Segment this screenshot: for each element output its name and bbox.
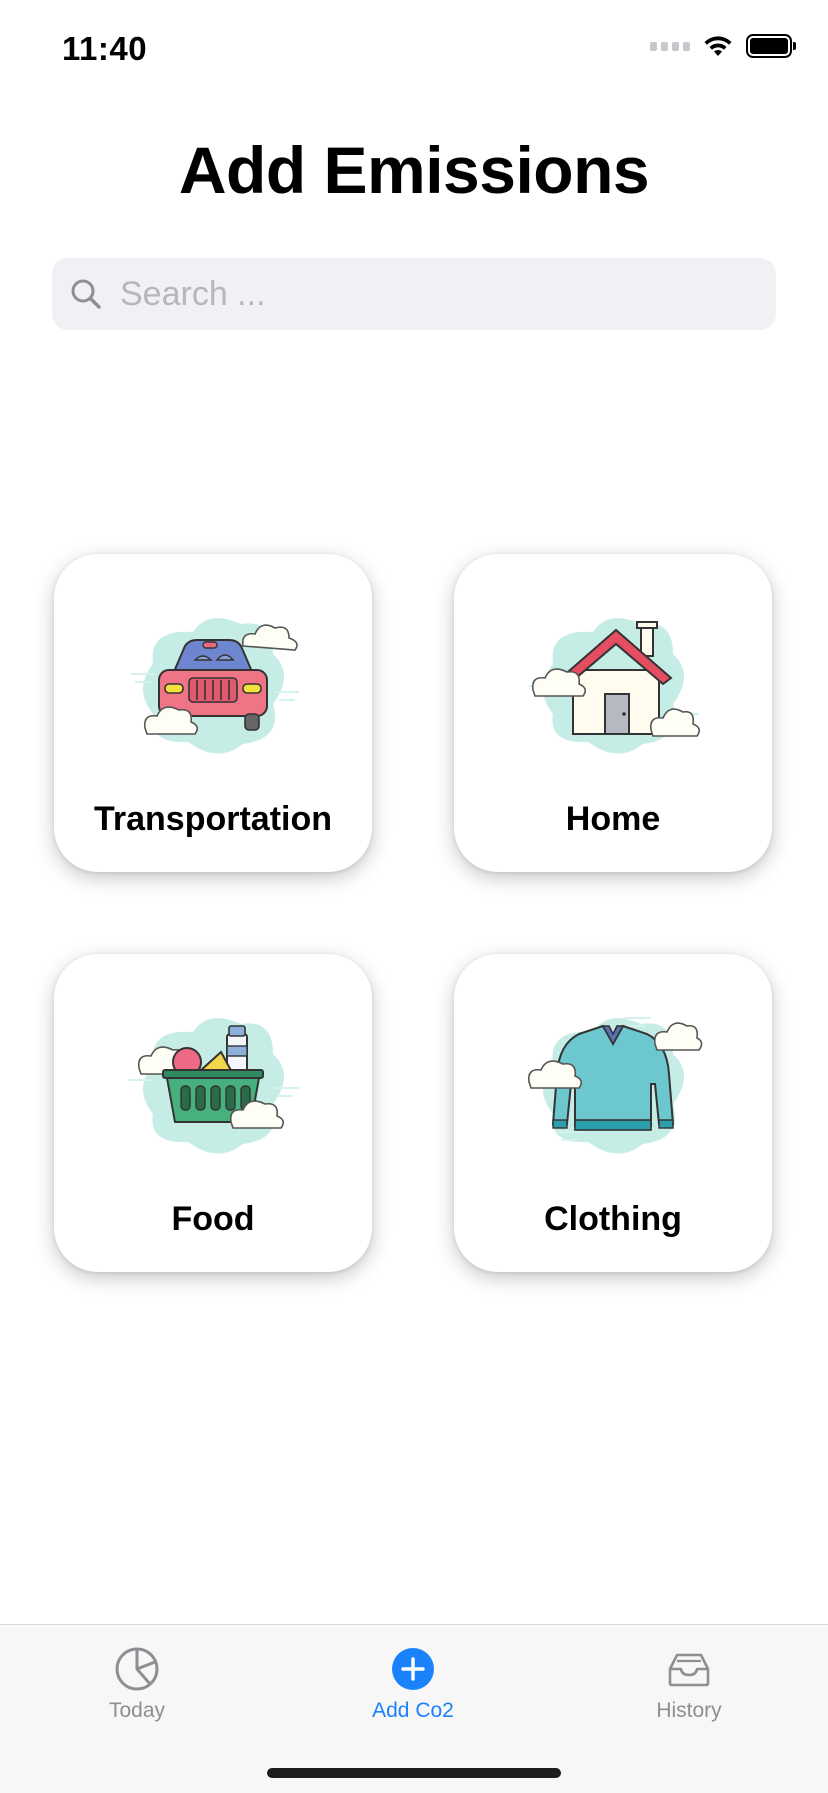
wifi-icon	[704, 36, 732, 56]
category-card-clothing[interactable]: Clothing	[454, 954, 772, 1272]
category-card-food[interactable]: Food	[54, 954, 372, 1272]
category-card-transportation[interactable]: Transportation	[54, 554, 372, 872]
home-indicator	[267, 1768, 561, 1778]
page-title: Add Emissions	[178, 133, 650, 207]
status-bar: 11:40	[0, 0, 828, 100]
category-card-home[interactable]: Home	[454, 554, 772, 872]
status-time: 11:40	[62, 30, 148, 67]
tab-label-history: History	[656, 1699, 722, 1722]
category-label-food: Food	[171, 1200, 255, 1238]
battery-icon	[746, 34, 796, 58]
inbox-tray-icon	[668, 1653, 710, 1687]
search-icon	[71, 279, 101, 309]
pie-chart-icon	[115, 1647, 159, 1691]
sweater-icon	[527, 1017, 703, 1154]
house-icon	[529, 618, 701, 754]
tab-add-co2[interactable]: Add Co2	[313, 1625, 513, 1735]
status-icons	[650, 34, 796, 58]
plus-circle-icon	[392, 1648, 434, 1690]
tab-history[interactable]: History	[589, 1625, 789, 1735]
category-label-clothing: Clothing	[544, 1200, 682, 1238]
search-input[interactable]	[118, 273, 742, 315]
tab-today[interactable]: Today	[37, 1625, 237, 1735]
category-label-home: Home	[565, 800, 661, 838]
search-bar[interactable]	[52, 258, 776, 330]
category-label-transportation: Transportation	[93, 800, 333, 838]
grocery-basket-icon	[129, 1018, 299, 1154]
car-icon	[131, 618, 299, 754]
tab-label-add-co2: Add Co2	[372, 1699, 454, 1722]
tab-label-today: Today	[108, 1699, 166, 1722]
cellular-signal-icon	[650, 41, 690, 51]
